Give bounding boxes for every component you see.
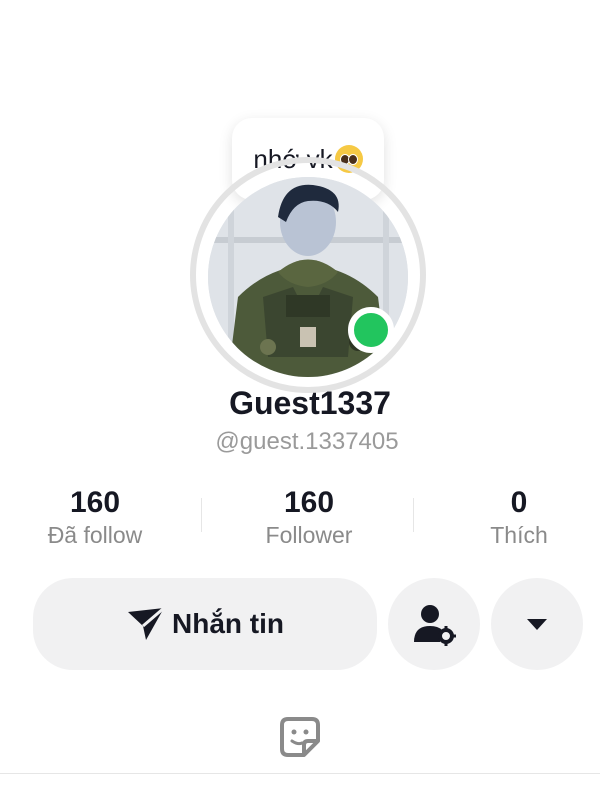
tab-bar-divider bbox=[0, 773, 600, 774]
online-indicator bbox=[348, 307, 394, 353]
send-icon bbox=[128, 606, 165, 640]
stats-row: 160 Đã follow 160 Follower 0 Thích bbox=[0, 486, 600, 556]
friend-settings-button[interactable] bbox=[388, 578, 480, 670]
stat-following-value: 160 bbox=[69, 486, 121, 519]
message-button-label: Nhắn tin bbox=[172, 608, 284, 639]
stat-following[interactable]: 160 Đã follow bbox=[10, 486, 180, 549]
avatar-container[interactable] bbox=[190, 157, 430, 393]
stat-followers-label: Follower bbox=[265, 522, 353, 548]
message-button[interactable]: Nhắn tin bbox=[33, 578, 377, 670]
stat-followers[interactable]: 160 Follower bbox=[224, 486, 394, 549]
more-options-button[interactable] bbox=[491, 578, 583, 670]
sticker-icon bbox=[280, 717, 320, 757]
display-name: Guest1337 bbox=[229, 385, 391, 421]
caret-down-icon bbox=[527, 619, 547, 630]
profile-tab-bar bbox=[0, 700, 600, 774]
stat-likes[interactable]: 0 Thích bbox=[434, 486, 600, 549]
stat-followers-value: 160 bbox=[283, 486, 335, 519]
stat-following-label: Đã follow bbox=[47, 522, 143, 548]
stat-likes-label: Thích bbox=[490, 522, 548, 548]
stat-divider bbox=[413, 498, 414, 532]
tab-stickers[interactable] bbox=[270, 707, 330, 767]
stat-likes-value: 0 bbox=[510, 486, 528, 519]
stat-divider bbox=[201, 498, 202, 532]
username[interactable]: @guest.1337405 bbox=[0, 428, 600, 456]
user-settings-icon bbox=[414, 605, 456, 646]
